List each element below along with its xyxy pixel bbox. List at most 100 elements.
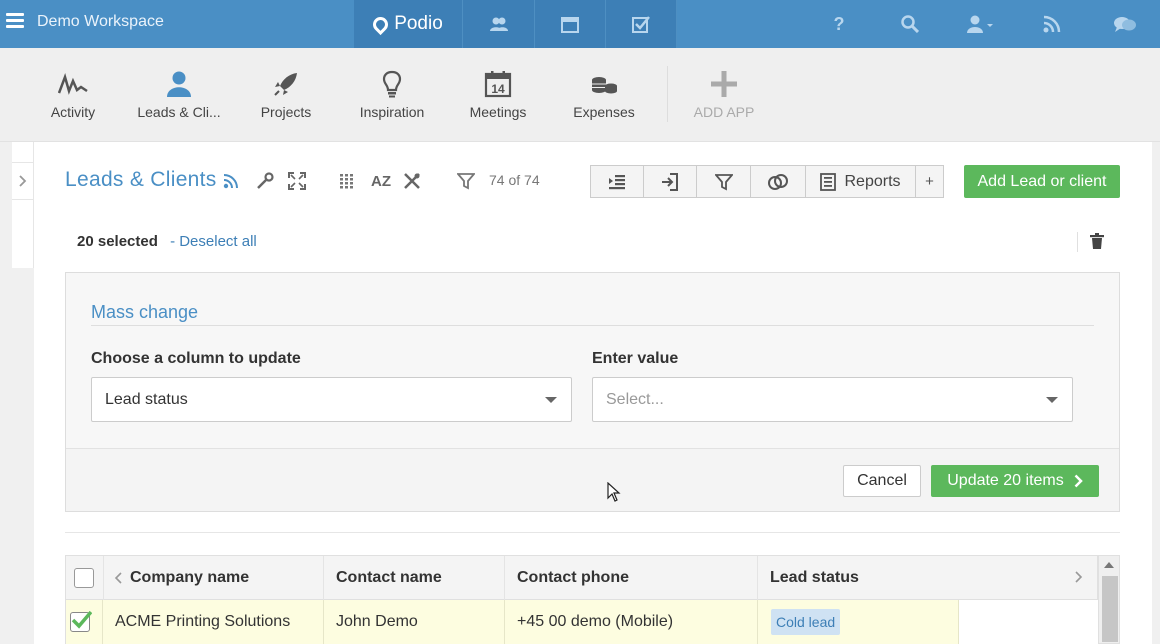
column-select-label: Choose a column to update — [91, 350, 301, 367]
sort-az-icon[interactable]: AZ — [371, 170, 391, 192]
filter-button[interactable] — [696, 165, 751, 198]
layout-button[interactable] — [590, 165, 644, 198]
selection-bar: 20 selected - Deselect all — [77, 233, 257, 250]
vertical-scrollbar[interactable] — [1098, 555, 1120, 644]
calendar-icon: 14 — [484, 71, 512, 98]
fullscreen-icon[interactable] — [288, 170, 306, 192]
reports-button[interactable]: Reports — [805, 165, 916, 198]
sidebar-collapsed — [12, 142, 34, 268]
column-header-phone[interactable]: Contact phone — [505, 556, 758, 600]
item-count: 74 of 74 — [489, 172, 540, 188]
row-checkbox-cell[interactable] — [66, 600, 103, 644]
deselect-all-link[interactable]: - Deselect all — [170, 233, 257, 250]
app-label: Leads & Cli... — [137, 104, 221, 120]
scroll-right-chevron-icon[interactable] — [1075, 571, 1083, 583]
hamburger-menu-icon[interactable] — [6, 13, 24, 29]
mouse-cursor-icon — [607, 482, 621, 502]
app-activity[interactable]: Activity — [23, 68, 123, 120]
report-icon — [820, 172, 837, 191]
main-nav: Podio — [354, 0, 677, 48]
add-report-button[interactable]: + — [915, 165, 944, 198]
value-select-placeholder: Select... — [606, 391, 664, 408]
app-projects[interactable]: Projects — [236, 68, 336, 120]
sidebar-expand-chevron-icon[interactable] — [12, 162, 34, 200]
column-header-contact[interactable]: Contact name — [324, 556, 505, 600]
row-checkbox-checked[interactable] — [70, 610, 92, 632]
tools-icon[interactable] — [403, 170, 421, 192]
value-select[interactable]: Select... — [592, 377, 1073, 422]
table-row[interactable]: ACME Printing Solutions John Demo +45 00… — [65, 600, 959, 644]
trash-icon[interactable] — [1090, 233, 1104, 249]
workspace-header[interactable]: Demo Workspace — [0, 0, 354, 48]
column-header-company[interactable]: Company name — [103, 556, 324, 600]
tasks-nav[interactable] — [606, 0, 677, 48]
app-label: Activity — [50, 104, 96, 120]
top-bar: Demo Workspace Podio ? — [0, 0, 1160, 48]
filter-icon[interactable] — [457, 170, 475, 192]
divider — [1077, 232, 1078, 252]
table-header: Company name Contact name Contact phone … — [65, 555, 1098, 600]
app-leads-clients[interactable]: Leads & Cli... — [129, 68, 229, 120]
divider — [65, 532, 1120, 533]
mass-change-panel: Mass change Choose a column to update En… — [65, 272, 1120, 512]
chat-icon[interactable] — [1110, 0, 1140, 48]
search-icon[interactable] — [895, 0, 925, 48]
checkmark-icon — [71, 610, 92, 629]
lightbulb-icon — [382, 70, 402, 98]
app-divider — [667, 66, 668, 122]
podio-logo-text: Podio — [394, 13, 443, 34]
chevron-right-icon — [1074, 474, 1083, 488]
podio-home-link[interactable]: Podio — [354, 0, 463, 48]
app-expenses[interactable]: Expenses — [554, 68, 654, 120]
user-menu-icon[interactable] — [960, 0, 1000, 48]
help-icon[interactable]: ? — [824, 0, 854, 48]
cell-lead-status: Cold lead — [758, 600, 959, 644]
value-select-label: Enter value — [592, 350, 679, 367]
column-header-lead-status[interactable]: Lead status — [758, 556, 1098, 600]
import-icon — [662, 172, 678, 191]
coins-icon — [592, 77, 617, 94]
select-all-checkbox[interactable] — [74, 568, 94, 588]
contacts-nav[interactable] — [463, 0, 535, 48]
page-title: Leads & Clients — [65, 168, 217, 191]
view-toolbar: Reports + — [590, 165, 944, 198]
cell-phone: +45 00 demo (Mobile) — [505, 600, 758, 644]
feed-icon[interactable] — [1038, 0, 1066, 48]
workspace-title[interactable]: Demo Workspace — [37, 13, 164, 31]
scroll-up-arrow-icon[interactable] — [1104, 562, 1114, 568]
mass-change-title: Mass change — [91, 302, 199, 322]
update-items-button[interactable]: Update 20 items — [931, 465, 1099, 497]
plus-icon — [711, 71, 737, 97]
rss-feed-icon[interactable] — [223, 170, 239, 192]
rocket-icon — [274, 73, 297, 96]
app-label: Inspiration — [359, 104, 425, 120]
app-inspiration[interactable]: Inspiration — [342, 68, 442, 120]
add-app-button[interactable]: ADD APP — [674, 68, 774, 120]
app-meetings[interactable]: 14 Meetings — [448, 68, 548, 120]
divider — [91, 325, 1094, 326]
wrench-icon[interactable] — [256, 170, 274, 192]
reports-label: Reports — [844, 172, 901, 190]
calendar-nav[interactable] — [535, 0, 606, 48]
column-select[interactable]: Lead status — [91, 377, 572, 422]
calendar-icon — [561, 17, 579, 33]
cancel-button[interactable]: Cancel — [843, 465, 921, 497]
compare-button[interactable] — [750, 165, 806, 198]
dropdown-caret-icon — [545, 397, 557, 403]
mass-change-footer: Cancel Update 20 items — [66, 448, 1119, 511]
add-lead-button[interactable]: Add Lead or client — [964, 165, 1120, 198]
app-label: Projects — [260, 104, 312, 120]
cell-company: ACME Printing Solutions — [103, 600, 324, 644]
app-label: Meetings — [469, 104, 527, 120]
scrollbar-thumb[interactable] — [1102, 576, 1118, 642]
selected-count: 20 selected — [77, 233, 158, 250]
app-label: ADD APP — [693, 104, 755, 120]
calendar-date: 14 — [491, 82, 505, 96]
list-indent-icon — [609, 174, 625, 189]
import-button[interactable] — [643, 165, 697, 198]
status-badge: Cold lead — [771, 609, 841, 635]
app-label: Expenses — [573, 104, 635, 120]
scroll-left-chevron-icon[interactable] — [114, 572, 122, 584]
column-select-value: Lead status — [105, 391, 188, 408]
table-view-icon[interactable] — [340, 170, 354, 192]
